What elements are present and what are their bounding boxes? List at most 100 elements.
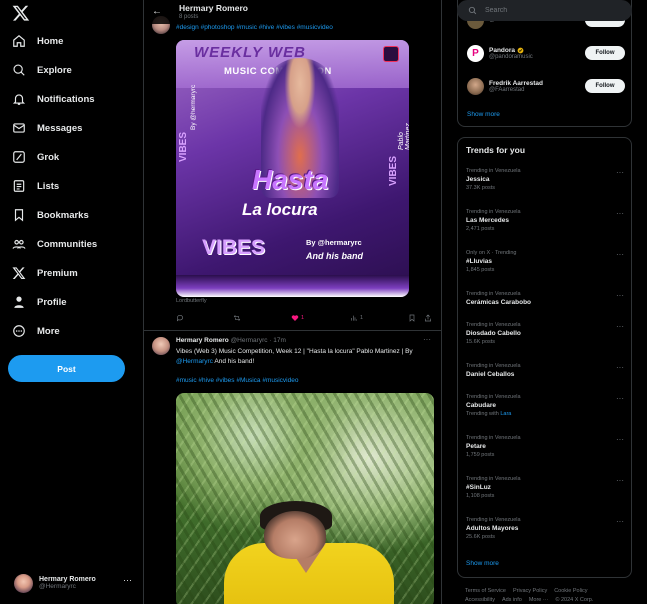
- nav-lists[interactable]: Lists: [12, 175, 59, 197]
- more-dots-icon[interactable]: ···: [616, 291, 624, 300]
- footer-link[interactable]: Cookie Policy: [554, 588, 587, 594]
- trend-item[interactable]: Only on X · Trending #Lluvias 1,845 post…: [466, 250, 624, 273]
- suggest-handle: @FAarrestad: [489, 86, 525, 93]
- nav-bookmarks[interactable]: Bookmarks: [12, 204, 89, 226]
- trend-name: Cabudare: [466, 402, 496, 409]
- nav-notifications[interactable]: Notifications: [12, 88, 95, 110]
- more-dots-icon[interactable]: ···: [123, 575, 132, 585]
- footer-link[interactable]: Accessibility: [465, 597, 495, 603]
- reply-button[interactable]: [176, 314, 184, 322]
- home-icon: [13, 34, 25, 47]
- nav-communities[interactable]: Communities: [12, 233, 97, 255]
- author-name[interactable]: Hermary Romero: [176, 337, 229, 344]
- post-button[interactable]: Post: [8, 355, 125, 382]
- trend-count: Trending with Lara: [466, 411, 624, 417]
- more-dots-icon[interactable]: ···: [616, 435, 624, 444]
- nav-home[interactable]: Home: [12, 30, 63, 52]
- more-dots-icon[interactable]: ···: [616, 476, 624, 485]
- bookmark-button[interactable]: [408, 314, 416, 322]
- trend-link[interactable]: Lara: [500, 411, 511, 417]
- share-button[interactable]: [424, 314, 432, 322]
- avatar: P: [467, 44, 484, 62]
- trend-name: Las Mercedes: [466, 217, 509, 224]
- x-logo-icon[interactable]: [12, 4, 30, 22]
- tweet-image[interactable]: WEEKLY WEB MUSIC COMPETITION By @hermary…: [176, 40, 409, 297]
- more-dots-icon[interactable]: ···: [616, 250, 624, 259]
- follow-button[interactable]: Follow: [585, 79, 625, 93]
- like-button[interactable]: 1: [291, 314, 304, 322]
- hashtags[interactable]: #music #hive #vibes #Musica #musicvideo: [176, 377, 298, 384]
- trend-context: Trending in Venezuela: [466, 168, 521, 174]
- follow-suggestion[interactable]: Fredrik Aarrestad @FAarrestad Follow: [467, 74, 625, 98]
- trends-title: Trends for you: [466, 145, 526, 155]
- trend-context: Trending in Venezuela: [466, 363, 521, 369]
- trend-count: 2,471 posts: [466, 226, 495, 232]
- nav-messages[interactable]: Messages: [12, 117, 82, 139]
- verified-badge-icon: [517, 47, 524, 53]
- trend-item[interactable]: Trending in Venezuela Las Mercedes 2,471…: [466, 209, 624, 232]
- share-icon: [425, 314, 431, 322]
- repost-button[interactable]: [233, 314, 241, 322]
- nav-grok[interactable]: Grok: [12, 146, 59, 168]
- nav-profile[interactable]: Profile: [12, 291, 67, 313]
- tweet-video[interactable]: [176, 393, 434, 604]
- views-button[interactable]: 1: [350, 314, 363, 322]
- poster-song-1: Hasta: [252, 164, 329, 195]
- nav-label: Explore: [37, 64, 72, 76]
- follow-suggestion[interactable]: P Pandora @pandoramusic Follow: [467, 41, 625, 65]
- copyright: © 2024 X Corp.: [555, 597, 594, 603]
- nav-more[interactable]: More: [12, 320, 60, 342]
- face: [264, 511, 326, 559]
- image-credit[interactable]: Lordbutterfly: [176, 298, 207, 304]
- hashtags[interactable]: #design #photoshop #music #hive #vibes #…: [176, 24, 333, 31]
- trend-item[interactable]: Trending in Venezuela Cerámicas Carabobo…: [466, 291, 624, 306]
- bookmark-icon: [409, 314, 415, 322]
- suggest-name: Fredrik Aarrestad: [489, 79, 543, 87]
- author-handle-time[interactable]: @Hermaryrc · 17m: [231, 337, 286, 344]
- trend-item[interactable]: Trending in Venezuela Diosdado Cabello 1…: [466, 322, 624, 345]
- more-dots-icon[interactable]: ···: [616, 394, 624, 403]
- tweet-text-part: And his band!: [212, 357, 255, 365]
- more-dots-icon[interactable]: ···: [616, 168, 624, 177]
- more-dots-icon[interactable]: ···: [616, 209, 624, 218]
- poster-vibes-big: VIBES: [202, 236, 266, 259]
- tweet-actions: 1 1: [176, 314, 434, 324]
- right-sidebar: @rosixBIT Follow P Pandora @pandoramusic…: [442, 0, 647, 604]
- more-dots-icon[interactable]: ···: [616, 363, 624, 372]
- search-bar[interactable]: [457, 0, 632, 21]
- trend-name: Jessica: [466, 176, 490, 183]
- poster-song-2: La locura: [242, 200, 318, 219]
- nav-explore[interactable]: Explore: [12, 59, 72, 81]
- back-arrow-icon[interactable]: ←: [152, 6, 162, 17]
- poster-band-line: And his band: [306, 251, 363, 261]
- grok-icon: [13, 151, 25, 163]
- trend-item[interactable]: Trending in Venezuela Cabudare Trending …: [466, 394, 624, 417]
- account-handle: @Hermaryrc: [39, 583, 76, 590]
- account-switcher[interactable]: Hermary Romero @Hermaryrc ···: [14, 571, 136, 595]
- more-dots-icon[interactable]: ···: [423, 335, 431, 344]
- follow-button[interactable]: Follow: [585, 46, 625, 60]
- trend-context: Trending in Venezuela: [466, 517, 521, 523]
- avatar[interactable]: [152, 337, 170, 355]
- more-dots-icon[interactable]: ···: [616, 517, 624, 526]
- footer-link[interactable]: Privacy Policy: [513, 588, 547, 594]
- trend-name: #SinLuz: [466, 484, 491, 491]
- more-circle-icon: [13, 325, 25, 337]
- trend-item[interactable]: Trending in Venezuela #SinLuz 1,108 post…: [466, 476, 624, 499]
- show-more-link[interactable]: Show more: [467, 111, 500, 118]
- footer-link[interactable]: Terms of Service: [465, 588, 506, 594]
- more-dots-icon[interactable]: ···: [616, 322, 624, 331]
- trend-item[interactable]: Trending in Venezuela Petare 1,759 posts…: [466, 435, 624, 458]
- trend-item[interactable]: Trending in Venezuela Adultos Mayores 25…: [466, 517, 624, 540]
- trend-context: Trending in Venezuela: [466, 209, 521, 215]
- footer-link[interactable]: More ···: [529, 597, 549, 603]
- mention-link[interactable]: @Hermaryrc: [176, 358, 213, 365]
- nav-premium[interactable]: Premium: [12, 262, 78, 284]
- show-more-link[interactable]: Show more: [466, 560, 499, 567]
- search-input[interactable]: [485, 7, 615, 14]
- trend-name: Diosdado Cabello: [466, 330, 521, 337]
- trend-item[interactable]: Trending in Venezuela Jessica 37.3K post…: [466, 168, 624, 191]
- trend-item[interactable]: Trending in Venezuela Daniel Ceballos ··…: [466, 363, 624, 378]
- tweet-header: Hermary Romero @Hermaryrc · 17m: [176, 337, 286, 344]
- footer-link[interactable]: Ads info: [502, 597, 522, 603]
